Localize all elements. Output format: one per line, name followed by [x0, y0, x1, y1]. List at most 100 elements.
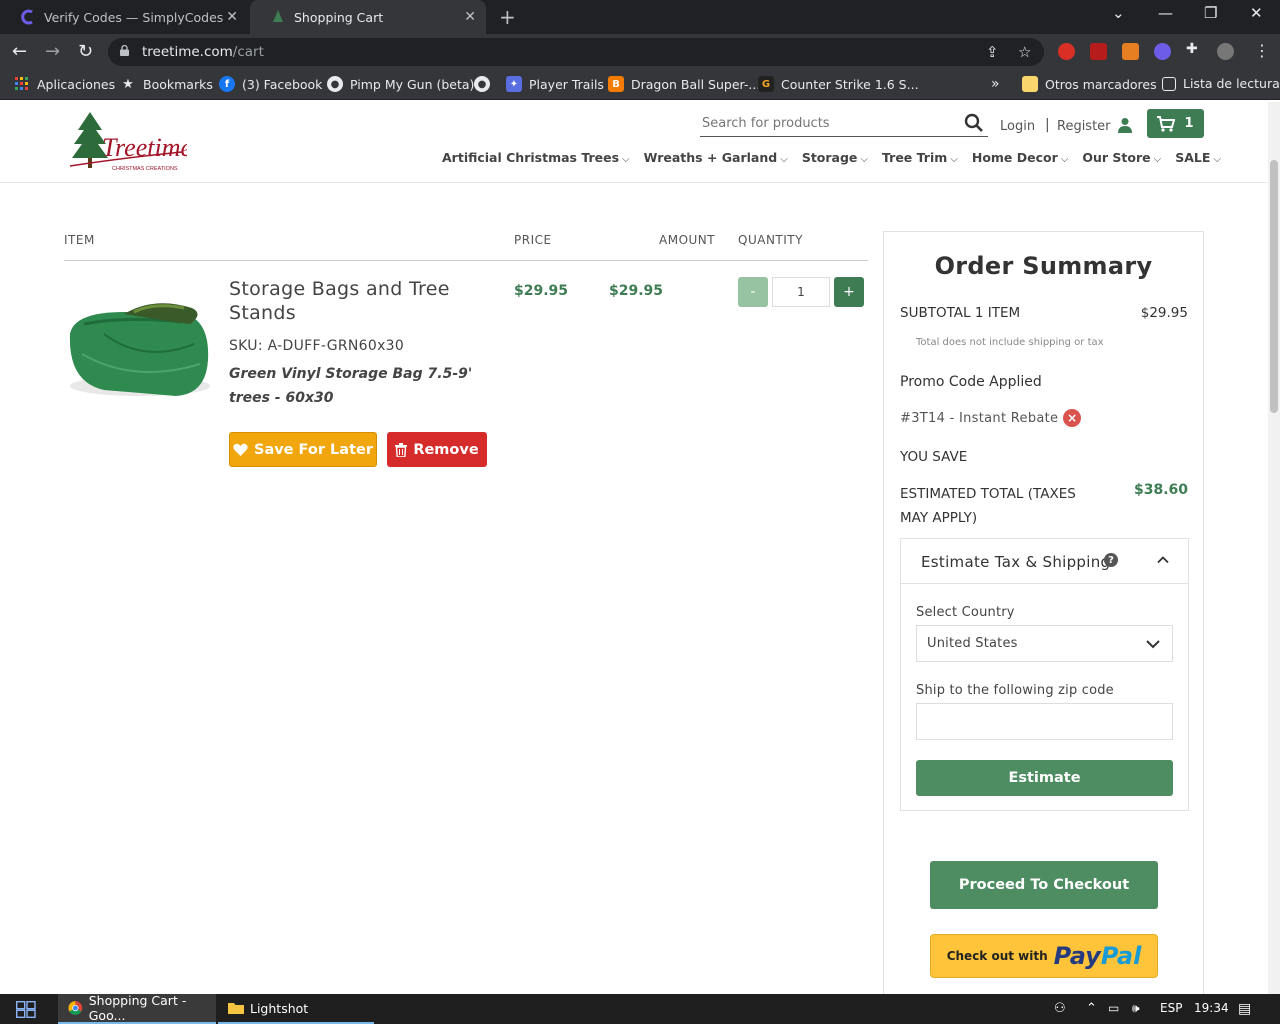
search-input[interactable]: [700, 111, 950, 135]
bookmarks-bar: Aplicaciones ★ Bookmarks f (3) Facebook …: [0, 70, 1280, 100]
country-label: Select Country: [916, 605, 1015, 620]
share-icon[interactable]: ⇪: [986, 43, 999, 61]
heart-icon: [233, 443, 248, 456]
notifications-icon[interactable]: ▤: [1238, 1001, 1251, 1017]
reading-list-icon: [1162, 76, 1176, 91]
bookmark-facebook[interactable]: f (3) Facebook: [219, 76, 322, 92]
globe-icon: ●: [474, 76, 490, 92]
estimate-button[interactable]: Estimate: [916, 760, 1173, 796]
promo-code: #3T14 - Instant Rebate ×: [900, 409, 1082, 427]
clock[interactable]: 19:34: [1194, 1001, 1229, 1015]
bookmark-star-icon[interactable]: ☆: [1018, 43, 1031, 61]
close-tab-icon[interactable]: ✕: [464, 9, 476, 25]
more-bookmarks-chevron-icon[interactable]: »: [991, 76, 1000, 92]
language-indicator[interactable]: ESP: [1160, 1001, 1182, 1015]
product-name[interactable]: Storage Bags and Tree Stands: [229, 277, 489, 325]
bookmark-other[interactable]: Otros marcadores: [1022, 76, 1157, 92]
nav-storage[interactable]: Storage ⌵: [802, 150, 868, 165]
volume-icon[interactable]: 🕪: [1132, 1001, 1140, 1016]
trash-icon: [395, 442, 408, 457]
login-link[interactable]: Login: [1000, 119, 1035, 134]
tab-search-chevron-icon[interactable]: ⌄: [1112, 4, 1125, 22]
back-icon[interactable]: ←: [12, 41, 27, 62]
address-bar[interactable]: treetime.com/cart ⇪ ☆: [108, 38, 1044, 66]
start-icon[interactable]: [16, 1001, 36, 1018]
save-for-later-button[interactable]: Save For Later: [229, 432, 377, 467]
reload-icon[interactable]: ↻: [78, 41, 93, 62]
nav-wreaths-garland[interactable]: Wreaths + Garland ⌵: [644, 150, 788, 165]
restore-icon[interactable]: ❐: [1204, 4, 1217, 22]
lock-icon: [120, 45, 129, 56]
extension-icon[interactable]: [1154, 43, 1171, 60]
bookmark-dragon-ball[interactable]: B Dragon Ball Super-...: [608, 76, 760, 92]
bookmark-label: Otros marcadores: [1045, 76, 1157, 92]
proceed-to-checkout-button[interactable]: Proceed To Checkout: [930, 861, 1158, 909]
tab-title: Verify Codes — SimplyCodes: [44, 9, 224, 25]
product-image[interactable]: [64, 294, 212, 402]
table-divider: [64, 260, 868, 261]
metamask-icon[interactable]: [1122, 43, 1139, 60]
bookmark-globe[interactable]: ●: [474, 76, 497, 92]
chevron-up-icon[interactable]: [1156, 553, 1170, 567]
nav-our-store[interactable]: Our Store ⌵: [1082, 150, 1161, 165]
quantity-input[interactable]: [772, 277, 830, 307]
tray-chevron-up-icon[interactable]: ⌃: [1086, 1001, 1097, 1016]
tab-shopping-cart[interactable]: Shopping Cart ✕: [250, 0, 486, 34]
extension-icon[interactable]: [1058, 43, 1075, 60]
search-icon[interactable]: [964, 113, 984, 133]
reading-list[interactable]: Lista de lectura: [1162, 76, 1280, 91]
chevron-down-icon: ⌵: [622, 154, 630, 165]
extensions-puzzle-icon[interactable]: ✚: [1186, 41, 1203, 58]
remove-label: Remove: [413, 441, 479, 458]
tab-simplycodes[interactable]: Verify Codes — SimplyCodes ✕: [0, 0, 248, 34]
cart-icon: [1157, 115, 1176, 132]
cart-button[interactable]: 1: [1147, 109, 1204, 138]
nav-home-decor[interactable]: Home Decor ⌵: [972, 150, 1069, 165]
scrollbar-thumb[interactable]: [1270, 160, 1278, 413]
menu-dots-icon[interactable]: ⋮: [1254, 41, 1270, 60]
zip-code-input[interactable]: [916, 703, 1173, 740]
quantity-increase-button[interactable]: +: [834, 277, 864, 307]
taskbar-lightshot[interactable]: Lightshot: [218, 994, 374, 1024]
globe-icon: ●: [327, 76, 343, 92]
profile-avatar[interactable]: [1217, 43, 1234, 60]
network-icon[interactable]: ▭: [1108, 1001, 1119, 1015]
subtotal-note: Total does not include shipping or tax: [916, 337, 1104, 348]
remove-promo-icon[interactable]: ×: [1063, 409, 1082, 427]
search-bar: [700, 111, 988, 137]
quantity-decrease-button[interactable]: -: [738, 277, 768, 307]
register-link[interactable]: Register: [1057, 119, 1111, 134]
treetime-logo[interactable]: Treetime CHRISTMAS CREATIONS: [62, 110, 187, 174]
facebook-icon: f: [219, 76, 235, 92]
remove-button[interactable]: Remove: [387, 432, 487, 467]
bookmark-label: Lista de lectura: [1183, 76, 1280, 91]
user-icon[interactable]: [1117, 117, 1133, 133]
bookmark-pimp-my-gun[interactable]: ● Pimp My Gun (beta): [327, 76, 474, 92]
bookmark-counter-strike[interactable]: G Counter Strike 1.6 S...: [758, 76, 919, 92]
forward-icon[interactable]: →: [45, 41, 60, 62]
new-tab-icon[interactable]: +: [499, 5, 516, 29]
estimate-panel-header[interactable]: Estimate Tax & Shipping ?: [901, 539, 1188, 584]
taskbar-chrome[interactable]: Shopping Cart - Goo...: [58, 993, 216, 1024]
taskbar-item-label: Lightshot: [250, 1000, 309, 1016]
bookmark-bookmarks[interactable]: ★ Bookmarks: [120, 76, 213, 92]
subtotal-label: SUBTOTAL 1 ITEM: [900, 305, 1021, 321]
bookmark-label: Player Trails: [529, 76, 604, 92]
minimize-icon[interactable]: —: [1158, 4, 1173, 22]
extension-key-icon[interactable]: [1090, 43, 1107, 60]
help-icon[interactable]: ?: [1104, 553, 1118, 567]
nav-artificial-christmas-trees[interactable]: Artificial Christmas Trees ⌵: [442, 150, 630, 165]
chevron-down-icon: ⌵: [1153, 154, 1162, 165]
chevron-down-icon: ⌵: [780, 154, 788, 165]
estimate-panel-title: Estimate Tax & Shipping: [921, 553, 1111, 571]
nav-tree-trim[interactable]: Tree Trim ⌵: [882, 150, 958, 165]
close-tab-icon[interactable]: ✕: [226, 9, 238, 25]
bookmark-apps[interactable]: Aplicaciones: [14, 76, 115, 92]
chrome-icon: [68, 1001, 83, 1015]
paypal-checkout-button[interactable]: Check out with Pay Pal: [930, 934, 1158, 978]
nav-sale[interactable]: SALE ⌵: [1175, 150, 1221, 165]
window-close-icon[interactable]: ✕: [1250, 4, 1263, 22]
people-icon[interactable]: ⚇: [1054, 1001, 1066, 1016]
bookmark-player-trails[interactable]: ✦ Player Trails: [506, 76, 604, 92]
country-select[interactable]: United States: [916, 625, 1173, 662]
